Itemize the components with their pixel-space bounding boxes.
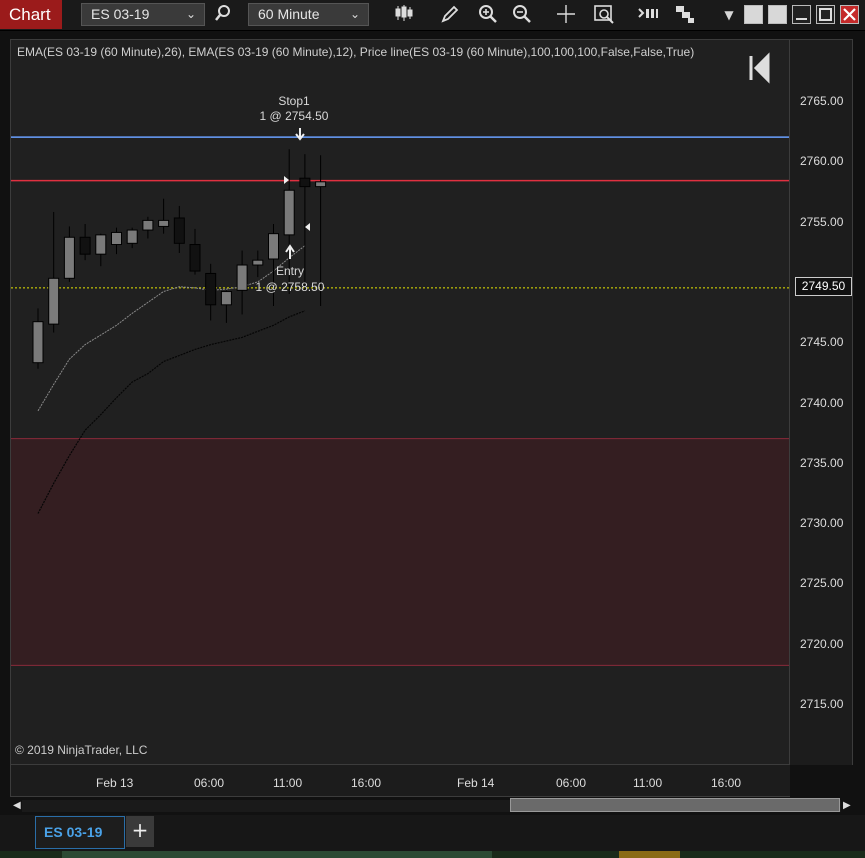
price-tick-label: 2735.00 xyxy=(800,455,844,470)
chart-panel[interactable]: Stop1 1 @ 2754.50 Entry 1 @ 2758.50 EMA(ES … xyxy=(10,39,790,765)
candle-body xyxy=(236,264,248,291)
time-tick-label: 06:00 xyxy=(556,776,587,790)
exit-marker-icon xyxy=(305,223,310,231)
candle-body xyxy=(142,219,154,231)
candle-body xyxy=(173,217,185,244)
candle-body xyxy=(189,244,201,272)
candle-body xyxy=(63,236,75,279)
price-tick-label: 2740.00 xyxy=(800,395,844,410)
horizontal-scrollbar[interactable]: ◀ ▶ xyxy=(10,797,853,815)
interval-selector[interactable]: 60 Minute ⌄ xyxy=(248,3,369,26)
time-axis[interactable]: Feb 13 06:00 11:00 16:00 Feb 14 06:00 11:00 16:… xyxy=(10,765,790,797)
chart-toolbar: Chart ES 03-19 ⌄ 60 Minute ⌄ ▼ xyxy=(0,0,865,31)
dropdown-icon[interactable]: ▼ xyxy=(718,4,740,26)
candle-body xyxy=(95,234,107,255)
interval-value: 60 Minute xyxy=(258,6,320,22)
indicator-label: EMA(ES 03-19 (60 Minute),26), EMA(ES 03-… xyxy=(17,45,695,59)
time-tick-label: 16:00 xyxy=(351,776,382,790)
entry-marker-icon xyxy=(285,244,295,259)
window-menu-button[interactable] xyxy=(744,5,763,24)
time-tick-label: Feb 13 xyxy=(96,776,134,790)
copyright: © 2019 NinjaTrader, LLC xyxy=(15,743,148,757)
crosshair-icon[interactable] xyxy=(555,4,577,26)
candle-body xyxy=(79,236,91,255)
price-tick-label: 2730.00 xyxy=(800,516,844,531)
candle-body xyxy=(220,291,232,306)
scroll-to-end-icon xyxy=(749,52,770,84)
chevron-down-icon: ⌄ xyxy=(185,7,196,21)
instrument-selector[interactable]: ES 03-19 ⌄ xyxy=(81,3,205,26)
time-tick-label: Feb 14 xyxy=(457,776,495,790)
price-tick-label: 2745.00 xyxy=(800,335,844,350)
candle-body xyxy=(252,259,264,266)
candle-body xyxy=(205,272,217,306)
stop-detail: 1 @ 2754.50 xyxy=(260,109,329,123)
bar-spacing-icon[interactable] xyxy=(637,4,659,26)
entry-detail: 1 @ 2758.50 xyxy=(256,280,325,294)
scroll-right-icon[interactable]: ▶ xyxy=(843,800,851,812)
time-tick-label: 11:00 xyxy=(273,776,303,790)
candle-body xyxy=(268,233,279,260)
target-zone xyxy=(11,438,789,666)
candle-body xyxy=(48,277,60,325)
status-bar xyxy=(0,851,865,858)
candle-body xyxy=(111,231,122,246)
price-tick-label: 2725.00 xyxy=(800,576,844,591)
maximize-button[interactable] xyxy=(816,5,835,24)
price-tick-label: 2715.00 xyxy=(800,697,844,711)
candle-body xyxy=(158,219,170,227)
scroll-left-icon[interactable]: ◀ xyxy=(13,800,21,812)
templates-icon[interactable] xyxy=(674,4,696,26)
close-icon xyxy=(843,8,856,21)
chevron-down-icon: ⌄ xyxy=(349,7,360,21)
time-tick-label: 11:00 xyxy=(633,776,663,790)
zoom-out-icon[interactable] xyxy=(511,4,533,26)
window-pin-button[interactable] xyxy=(768,5,787,24)
chart-title: Chart xyxy=(0,0,62,29)
data-box-icon[interactable] xyxy=(593,4,615,26)
candle-body xyxy=(126,229,138,244)
candle-body xyxy=(32,321,44,364)
fill-marker-icon xyxy=(284,176,289,184)
price-axis[interactable]: 2765.00 2760.00 2755.00 2745.00 2740.00 2735.… xyxy=(790,39,853,765)
candle-body xyxy=(299,177,311,188)
search-icon[interactable] xyxy=(212,4,234,26)
candlestick-icon[interactable] xyxy=(393,4,415,26)
tab-es-03-19[interactable]: ES 03-19 xyxy=(35,816,125,849)
time-tick-label: 16:00 xyxy=(711,776,742,790)
instrument-value: ES 03-19 xyxy=(91,6,150,22)
stop-label: Stop1 xyxy=(278,94,310,108)
price-tick-label: 2755.00 xyxy=(800,214,844,229)
candle-body xyxy=(283,189,295,236)
time-tick-label: 06:00 xyxy=(194,776,225,790)
zoom-in-icon[interactable] xyxy=(477,4,499,26)
pencil-icon[interactable] xyxy=(439,4,461,26)
scroll-thumb[interactable] xyxy=(510,798,840,812)
price-tick-label: 2720.00 xyxy=(800,636,844,651)
entry-label: Entry xyxy=(276,264,304,278)
minimize-button[interactable] xyxy=(792,5,811,24)
price-chart[interactable]: Stop11 @ 2754.50 Entry 1 @ 2758.50 xyxy=(11,40,790,765)
price-tick-label: 2765.00 xyxy=(800,94,844,108)
last-price-tag: 2749.50 xyxy=(795,277,852,296)
candle-body xyxy=(315,181,327,188)
close-button[interactable] xyxy=(840,5,859,24)
add-tab-button[interactable]: + xyxy=(126,816,154,847)
price-tick-label: 2760.00 xyxy=(800,154,844,169)
tab-bar: ES 03-19 + xyxy=(0,815,865,851)
